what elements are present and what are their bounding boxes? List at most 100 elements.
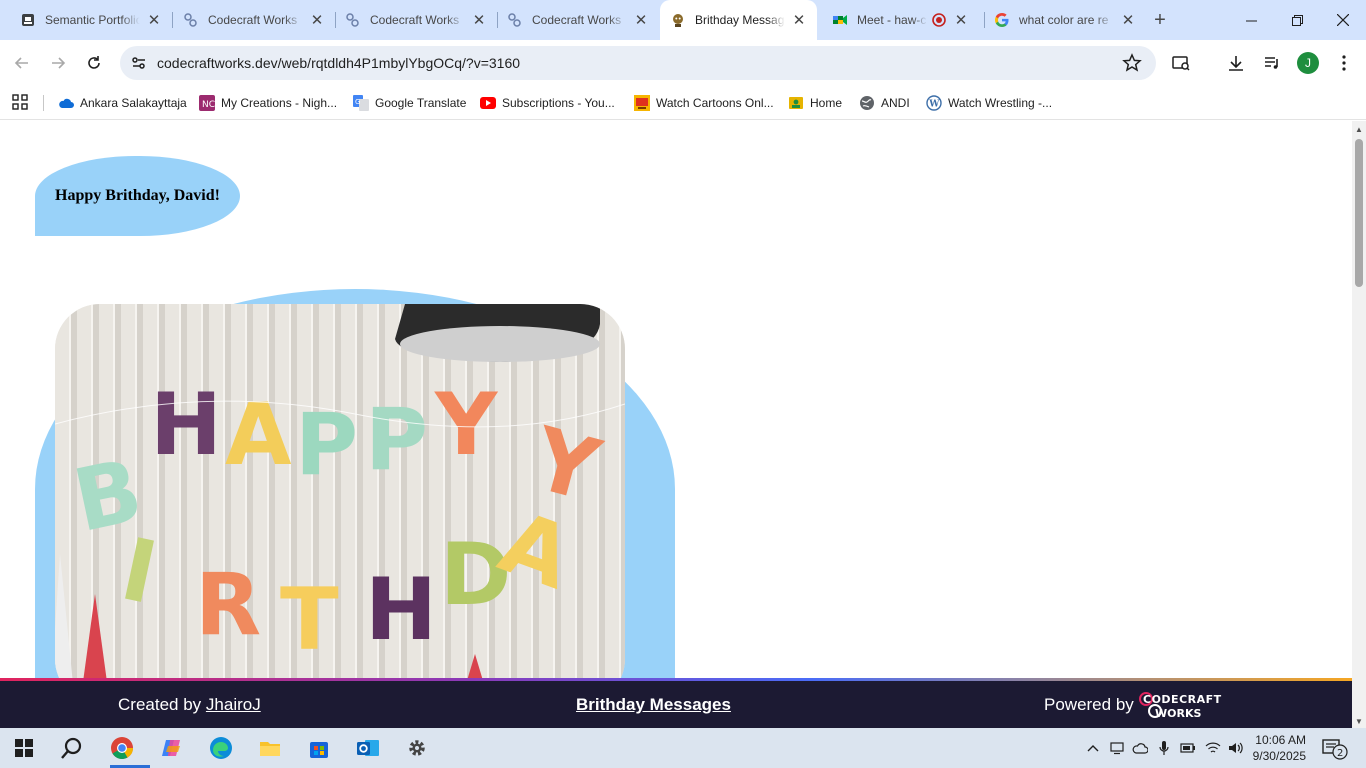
codecraft-icon: [345, 12, 361, 28]
tab-semantic-portfolio[interactable]: Semantic Portfolio ✕: [0, 0, 173, 40]
close-tab-icon[interactable]: ✕: [146, 12, 162, 29]
settings-taskbar-button[interactable]: [401, 732, 433, 764]
battery-tray-icon[interactable]: [1178, 738, 1198, 758]
show-hidden-icons-button[interactable]: [1083, 738, 1103, 758]
close-tab-icon[interactable]: ✕: [633, 12, 649, 29]
close-tab-icon[interactable]: ✕: [471, 12, 487, 29]
search-button[interactable]: [56, 732, 88, 764]
wifi-tray-icon[interactable]: [1203, 738, 1223, 758]
bookmark-watch-cartoons[interactable]: Watch Cartoons Onl...: [634, 93, 774, 113]
birthday-greeting: Happy Brithday, David!: [35, 156, 240, 236]
globe-icon: [859, 95, 875, 111]
codecraft-works-logo[interactable]: CODECRAFT WORKS: [1137, 691, 1232, 719]
tab-codecraft-3[interactable]: Codecraft Works ✕: [487, 0, 659, 40]
svg-text:H: H: [365, 560, 437, 660]
balloons-illustration: B H A P P Y I R T H D A Y: [55, 304, 625, 678]
store-taskbar-button[interactable]: [303, 732, 335, 764]
scroll-up-arrow-icon[interactable]: ▲: [1355, 125, 1363, 134]
page-scrollbar[interactable]: ▲ ▼: [1352, 121, 1366, 728]
folder-icon: [260, 742, 280, 756]
chrome-taskbar-button[interactable]: [106, 732, 150, 768]
tab-birthday-messages[interactable]: Brithday Messages ✕: [660, 0, 817, 40]
outlook-taskbar-button[interactable]: [352, 732, 384, 764]
tab-title: Codecraft Works: [208, 13, 298, 27]
forward-button[interactable]: [45, 50, 71, 76]
author-link[interactable]: JhairoJ: [206, 695, 261, 714]
tab-google-search[interactable]: what color are re ✕: [974, 0, 1146, 40]
restore-button[interactable]: [1274, 0, 1320, 40]
site-title-link[interactable]: Brithday Messages: [576, 695, 731, 714]
minimize-button[interactable]: [1228, 0, 1274, 40]
profile-avatar[interactable]: J: [1297, 52, 1319, 74]
birthday-balloons-image: B H A P P Y I R T H D A Y: [55, 304, 625, 678]
bookmark-andi[interactable]: ANDI: [859, 93, 910, 113]
microphone-tray-icon[interactable]: [1154, 738, 1174, 758]
onedrive-tray-icon[interactable]: [1130, 738, 1150, 758]
svg-text:G: G: [355, 98, 360, 106]
close-tab-icon[interactable]: ✕: [791, 12, 807, 29]
menu-button[interactable]: [1331, 50, 1357, 76]
arrow-right-icon: [52, 57, 66, 69]
search-tabs-button[interactable]: [1168, 50, 1194, 76]
new-tab-button[interactable]: +: [1148, 8, 1172, 32]
creations-icon: NC: [199, 95, 215, 111]
apps-grid-icon[interactable]: [12, 94, 28, 110]
media-queue-icon: [1265, 57, 1278, 69]
google-icon: [994, 12, 1010, 28]
bookmark-my-creations[interactable]: NC My Creations - Nigh...: [199, 93, 337, 113]
tab-search-icon: [1172, 56, 1190, 71]
translate-icon: G: [353, 95, 369, 111]
close-tab-icon[interactable]: ✕: [953, 12, 969, 29]
address-bar[interactable]: codecraftworks.dev/web/rqtdldh4P1mbylYbg…: [120, 46, 1156, 80]
tab-title: Codecraft Works: [370, 13, 460, 27]
bookmark-google-translate[interactable]: G Google Translate: [353, 93, 466, 113]
site-info-icon[interactable]: [130, 54, 148, 72]
close-tab-icon[interactable]: ✕: [1120, 12, 1136, 29]
notification-center-icon[interactable]: 2: [1322, 738, 1348, 760]
system-clock[interactable]: 10:06 AM 9/30/2025: [1252, 732, 1306, 764]
site-footer: Created by JhairoJ Brithday Messages Pow…: [0, 681, 1352, 728]
edge-taskbar-button[interactable]: [205, 732, 237, 764]
downloads-button[interactable]: [1223, 50, 1249, 76]
meet-icon: [832, 12, 848, 28]
svg-text:P: P: [365, 390, 428, 490]
svg-text:R: R: [195, 555, 261, 655]
scrollbar-thumb[interactable]: [1355, 139, 1363, 287]
url-text[interactable]: codecraftworks.dev/web/rqtdldh4P1mbylYbg…: [157, 55, 520, 71]
chrome-icon: [111, 737, 133, 759]
tab-title: Semantic Portfolio: [45, 13, 140, 27]
reload-icon: [88, 56, 100, 69]
windows-logo-icon: [15, 739, 33, 757]
bookmark-watch-wrestling[interactable]: W Watch Wrestling -...: [926, 93, 1052, 113]
bookmark-home[interactable]: Home: [788, 93, 842, 113]
arrow-left-icon: [14, 57, 28, 69]
start-button[interactable]: [8, 732, 40, 764]
tab-codecraft-2[interactable]: Codecraft Works ✕: [325, 0, 498, 40]
download-icon: [1229, 56, 1243, 71]
back-button[interactable]: [9, 50, 35, 76]
svg-text:NC: NC: [202, 100, 215, 110]
volume-tray-icon[interactable]: [1226, 738, 1246, 758]
tab-meet[interactable]: Meet - haw-c ✕: [812, 0, 985, 40]
scroll-down-arrow-icon[interactable]: ▼: [1355, 717, 1363, 726]
search-icon: [61, 737, 82, 759]
tab-codecraft-1[interactable]: Codecraft Works ✕: [163, 0, 336, 40]
bookmark-label: Home: [810, 96, 843, 110]
bookmarks-bar: Ankara Salakayttaja NC My Creations - Ni…: [0, 86, 1366, 120]
svg-text:A: A: [225, 385, 292, 485]
bookmark-subscriptions[interactable]: Subscriptions - You...: [480, 93, 615, 113]
tab-title: what color are re: [1019, 13, 1109, 27]
close-window-button[interactable]: [1320, 0, 1366, 40]
screen-share-tray-icon[interactable]: [1107, 738, 1127, 758]
close-tab-icon[interactable]: ✕: [309, 12, 325, 29]
bookmark-star-icon[interactable]: [1122, 53, 1142, 73]
svg-text:H: H: [150, 375, 222, 475]
file-explorer-taskbar-button[interactable]: [254, 732, 286, 764]
svg-text:2: 2: [1337, 748, 1343, 759]
footer-title: Brithday Messages: [576, 695, 731, 715]
bookmark-ankara[interactable]: Ankara Salakayttaja: [58, 93, 187, 113]
media-controls-button[interactable]: [1259, 50, 1285, 76]
copilot-taskbar-button[interactable]: [156, 732, 188, 764]
onedrive-icon: [58, 95, 74, 111]
reload-button[interactable]: [81, 50, 107, 76]
